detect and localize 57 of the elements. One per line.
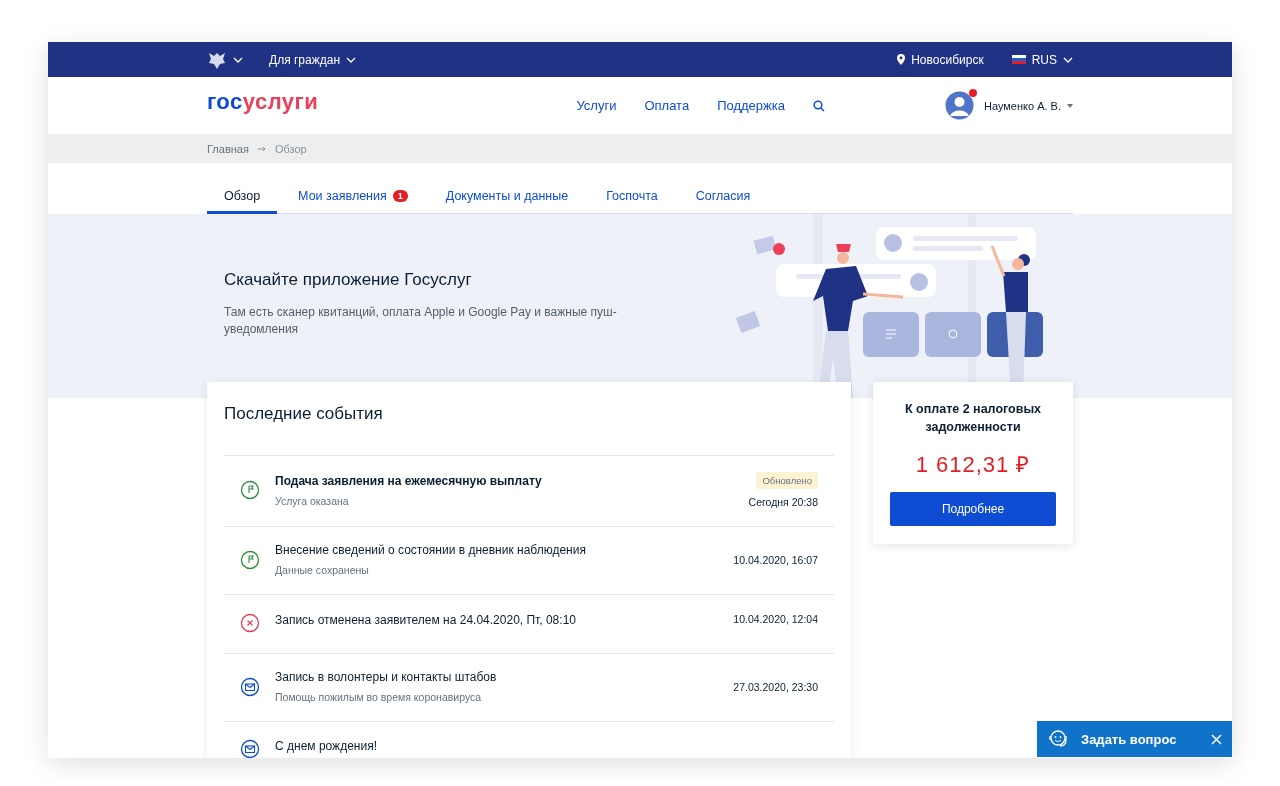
event-row[interactable]: Запись в волонтеры и контакты штабов Помощь пожилым во время коронавируса 27.03.2020, 23:30	[224, 653, 834, 721]
support-face-icon	[1047, 729, 1069, 749]
city-link[interactable]: Новосибирск	[911, 52, 984, 67]
event-time: 27.03.2020, 23:30	[733, 680, 818, 693]
chevron-icon	[346, 56, 356, 63]
payment-title: К оплате 2 налоговых задолженности	[903, 401, 1043, 436]
event-row[interactable]: С днем рождения!	[224, 721, 834, 758]
location-pin-icon	[897, 54, 906, 65]
details-button[interactable]: Подробнее	[890, 492, 1056, 526]
event-time: 10.04.2020, 16:07	[733, 553, 818, 566]
chevron-icon	[233, 56, 243, 63]
tab[interactable]: Госпочта	[589, 189, 675, 214]
updated-badge: Обновлено	[756, 472, 818, 489]
event-time: 10.04.2020, 12:04	[733, 613, 818, 625]
flag-icon	[1011, 55, 1026, 64]
search-icon[interactable]	[812, 99, 825, 112]
payment-amount: 1 612,31 ₽	[914, 451, 1032, 478]
banner-title: Скачайте приложение Госуслуг	[224, 270, 473, 290]
event-time: Сегодня 20:38	[748, 496, 818, 508]
language-menu[interactable]: RUS	[1031, 52, 1057, 67]
audience-menu[interactable]: Для граждан	[269, 52, 340, 67]
event-status: Помощь пожилым во время коронавируса	[275, 691, 483, 703]
envelope-icon	[240, 739, 260, 758]
chevron-icon	[1063, 56, 1073, 63]
close-icon	[1211, 733, 1222, 745]
tab[interactable]: Согласия	[678, 189, 768, 214]
event-title: Запись отменена заявителем на 24.04.2020, Пт, 08:10	[275, 613, 577, 627]
logo[interactable]: госуслуги	[207, 88, 319, 115]
nav-link[interactable]: Оплата	[644, 98, 690, 113]
event-row[interactable]: Запись отменена заявителем на 24.04.2020, Пт, 08:10 10.04.2020, 12:04	[224, 594, 834, 653]
nav-link[interactable]: Услуги	[576, 98, 617, 113]
breadcrumb-link[interactable]: Главная	[207, 142, 249, 155]
tab[interactable]: Документы и данные	[428, 189, 586, 214]
event-title: С днем рождения!	[275, 739, 378, 753]
caret-icon	[1067, 103, 1073, 108]
envelope-icon	[240, 676, 260, 697]
nav-link[interactable]: Поддержка	[717, 98, 785, 113]
event-row[interactable]: Подача заявления на ежемесячную выплату Услуга оказана Обновлено Сегодня 20:38	[224, 455, 834, 526]
event-status: Данные сохранены	[275, 564, 370, 576]
user-name[interactable]: Науменко А. В.	[983, 99, 1061, 112]
card-title: Последние события	[224, 404, 384, 424]
ask-question-button[interactable]: Задать вопрос	[1081, 731, 1199, 747]
emblem-menu[interactable]	[207, 50, 243, 69]
event-row[interactable]: Внесение сведений о состоянии в дневник наблюдения Данные сохранены 10.04.2020, 16:07	[224, 526, 834, 594]
tab[interactable]: Мои заявления 1	[281, 189, 425, 214]
close-button[interactable]	[1211, 733, 1222, 745]
avatar-icon[interactable]	[944, 91, 974, 120]
event-status: Услуга оказана	[275, 494, 350, 507]
count-badge: 1	[392, 190, 408, 202]
banner-text: Там есть сканер квитанций, оплата Apple и Google Pay и важные пуш-уведомления	[224, 304, 618, 338]
cancel-icon	[240, 613, 260, 633]
event-title: Запись в волонтеры и контакты штабов	[275, 670, 498, 684]
event-title: Подача заявления на ежемесячную выплату	[275, 473, 543, 488]
arrow-icon	[257, 145, 266, 152]
event-title: Внесение сведений о состоянии в дневник наблюдения	[275, 543, 587, 557]
flag-icon	[240, 549, 260, 570]
flag-icon	[240, 480, 260, 500]
